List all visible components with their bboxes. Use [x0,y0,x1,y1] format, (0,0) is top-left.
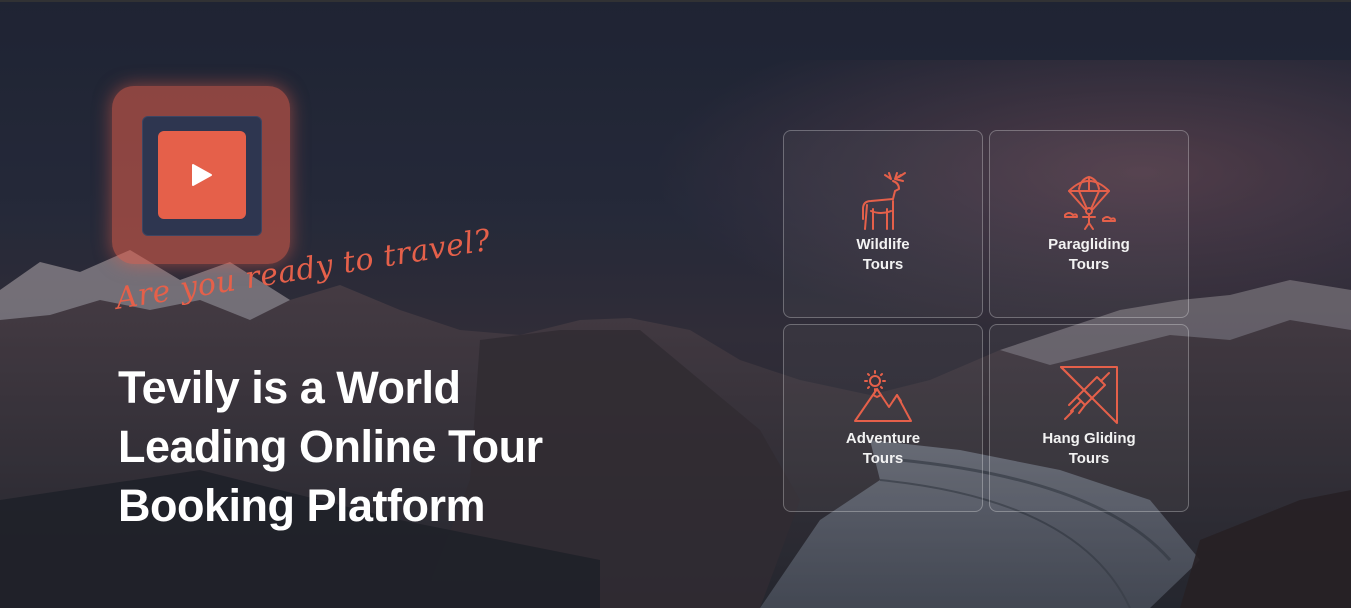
tour-subtitle: Tours [862,256,904,273]
headline-line-2: Leading Online Tour [118,421,543,472]
tour-subtitle: Tours [862,450,904,467]
tour-card-label: Adventure Tours [784,429,982,469]
video-frame [112,86,290,264]
tour-title: Wildlife [856,236,910,253]
headline-line-3: Booking Platform [118,480,486,531]
tour-title: Adventure [845,430,921,447]
headline-line-1: Tevily is a World [118,362,461,413]
tour-title: Hang Gliding [1042,430,1136,447]
video-frame-inner [142,116,262,236]
tour-categories: Wildlife Tours Paragliding Tours Adventu… [783,130,1189,512]
tour-card-label: Wildlife Tours [784,235,982,275]
tour-card-label: Paragliding Tours [990,235,1188,275]
deer-icon [784,169,982,235]
paraglider-icon [990,169,1188,235]
tour-card-hang-gliding[interactable]: Hang Gliding Tours [989,324,1189,512]
tour-title: Paragliding [1048,236,1130,253]
tour-subtitle: Tours [1068,450,1110,467]
tour-subtitle: Tours [1068,256,1110,273]
hero-section: Are you ready to travel? Tevily is a Wor… [0,0,1351,608]
tour-card-wildlife[interactable]: Wildlife Tours [783,130,983,318]
tour-card-paragliding[interactable]: Paragliding Tours [989,130,1189,318]
tour-card-label: Hang Gliding Tours [990,429,1188,469]
tour-card-adventure[interactable]: Adventure Tours [783,324,983,512]
mountain-sun-icon [784,363,982,429]
play-icon [192,164,212,186]
play-video-button[interactable] [158,131,246,219]
hang-glider-icon [990,363,1188,429]
page-title: Tevily is a World Leading Online Tour Bo… [118,358,638,535]
